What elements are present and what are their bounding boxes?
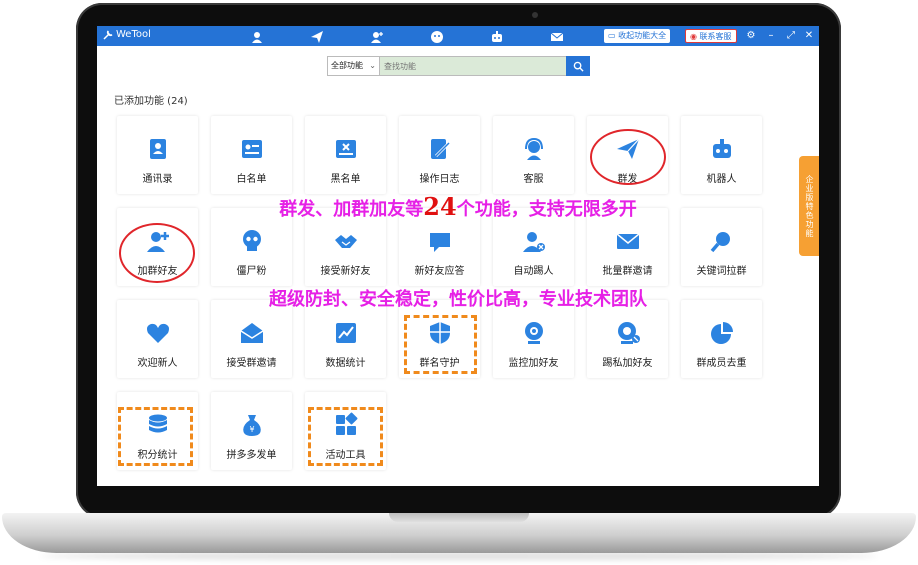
feature-card[interactable]: 黑名单 [305, 116, 386, 194]
title-bar: WeTool ▭ 收起功能大全 ◉ 联系客服 ⚙ – ⤢ ✕ [97, 26, 819, 46]
category-value: 全部功能 [331, 61, 363, 70]
feature-label: 客服 [523, 174, 544, 185]
search-button[interactable] [566, 56, 590, 76]
feature-card[interactable]: 数据统计 [305, 300, 386, 378]
feature-label: 接受群邀请 [226, 358, 277, 369]
log-edit-icon [427, 136, 453, 162]
robot-icon [709, 136, 735, 162]
feature-card[interactable]: 客服 [493, 116, 574, 194]
chat-bubble-icon [427, 228, 453, 254]
promo-line-1: 群发、加群加友等24个功能，支持无限多开 [97, 192, 819, 221]
send-icon[interactable] [310, 29, 324, 43]
laptop-shadow [40, 552, 878, 560]
svg-text:¥: ¥ [249, 425, 254, 434]
feature-card[interactable]: 监控加好友 [493, 300, 574, 378]
feature-card[interactable]: 操作日志 [399, 116, 480, 194]
contact-support-label: 联系客服 [699, 32, 732, 41]
mail-icon[interactable] [550, 29, 564, 43]
feature-label: 数据统计 [325, 358, 366, 369]
feature-label: 机器人 [706, 174, 737, 185]
search-keyword-icon [709, 228, 735, 254]
feature-label: 监控加好友 [508, 358, 559, 369]
promo-line-2: 超级防封、安全稳定，性价比高，专业技术团队 [269, 289, 647, 310]
open-mail-icon [239, 320, 265, 346]
promo-line-1-number: 24 [423, 192, 457, 221]
search-bar: 全部功能 ⌄ [327, 56, 590, 76]
feature-label: 白名单 [236, 174, 267, 185]
heart-icon [145, 320, 171, 346]
collapse-features-button[interactable]: ▭ 收起功能大全 [604, 29, 671, 43]
feature-card[interactable]: 机器人 [681, 116, 762, 194]
feature-card[interactable]: 踢私加好友 [587, 300, 668, 378]
feature-label: 批量群邀请 [602, 266, 653, 277]
app-logo: WeTool [103, 29, 151, 40]
promo-line-1-before: 群发、加群加友等 [279, 199, 424, 220]
kick-user-icon [521, 228, 547, 254]
feature-card[interactable]: 欢迎新人 [117, 300, 198, 378]
feature-label: 拼多多发单 [226, 450, 277, 461]
feature-label: 新好友应答 [414, 266, 465, 277]
search-icon [573, 61, 584, 72]
robot-face-icon[interactable] [430, 29, 444, 43]
envelope-icon [615, 228, 641, 254]
highlight-box-activity-tools [308, 407, 383, 466]
section-title: 已添加功能 (24) [114, 96, 188, 107]
whitelist-icon [239, 136, 265, 162]
close-button[interactable]: ✕ [803, 29, 815, 43]
robot-icon[interactable] [490, 29, 504, 43]
highlight-circle-add-friend [119, 223, 195, 283]
laptop-notch [389, 513, 529, 522]
feature-label: 通讯录 [142, 174, 173, 185]
feature-card[interactable]: ¥ 拼多多发单 [211, 392, 292, 470]
restore-button[interactable]: ⤢ [785, 29, 797, 43]
feature-label: 僵尸粉 [236, 266, 267, 277]
feature-card[interactable]: 群成员去重 [681, 300, 762, 378]
collapse-features-label: 收起功能大全 [618, 31, 667, 40]
line-chart-icon [333, 320, 359, 346]
blacklist-icon [333, 136, 359, 162]
feature-label: 群成员去重 [696, 358, 747, 369]
webcam-icon [521, 320, 547, 346]
settings-icon[interactable]: ⚙ [745, 29, 757, 43]
handshake-icon [333, 228, 359, 254]
highlight-box-group-guard [404, 315, 477, 374]
feature-label: 欢迎新人 [137, 358, 178, 369]
headset-icon [521, 136, 547, 162]
highlight-box-points [118, 407, 193, 466]
feature-card[interactable]: 白名单 [211, 116, 292, 194]
feature-label: 接受新好友 [320, 266, 371, 277]
feature-card[interactable]: 接受群邀请 [211, 300, 292, 378]
money-bag-icon: ¥ [239, 412, 265, 438]
contact-support-button[interactable]: ◉ 联系客服 [685, 29, 737, 43]
pie-chart-icon [709, 320, 735, 346]
feature-label: 黑名单 [330, 174, 361, 185]
promo-line-1-after: 个功能，支持无限多开 [456, 199, 637, 220]
app-name: WeTool [116, 29, 151, 40]
feature-label: 关键词拉群 [696, 266, 747, 277]
highlight-circle-mass-send [590, 129, 666, 185]
support-icon: ◉ [690, 32, 697, 41]
category-select[interactable]: 全部功能 ⌄ [328, 57, 380, 75]
feature-label: 操作日志 [419, 174, 460, 185]
feature-label: 踢私加好友 [602, 358, 653, 369]
wrench-icon [103, 30, 113, 40]
chevron-down-icon: ⌄ [369, 61, 376, 70]
contacts-icon[interactable] [250, 29, 264, 43]
skull-icon [239, 228, 265, 254]
user-add-icon[interactable] [370, 29, 384, 43]
feature-label: 自动踢人 [513, 266, 554, 277]
app-window: WeTool ▭ 收起功能大全 ◉ 联系客服 ⚙ – ⤢ ✕ 全部功能 ⌄ 查找… [97, 26, 819, 486]
search-input[interactable] [380, 57, 566, 75]
address-book-icon [145, 136, 171, 162]
camera-dot [532, 12, 538, 18]
feature-card[interactable]: 通讯录 [117, 116, 198, 194]
minimize-button[interactable]: – [765, 29, 777, 43]
webcam-kick-icon [615, 320, 641, 346]
